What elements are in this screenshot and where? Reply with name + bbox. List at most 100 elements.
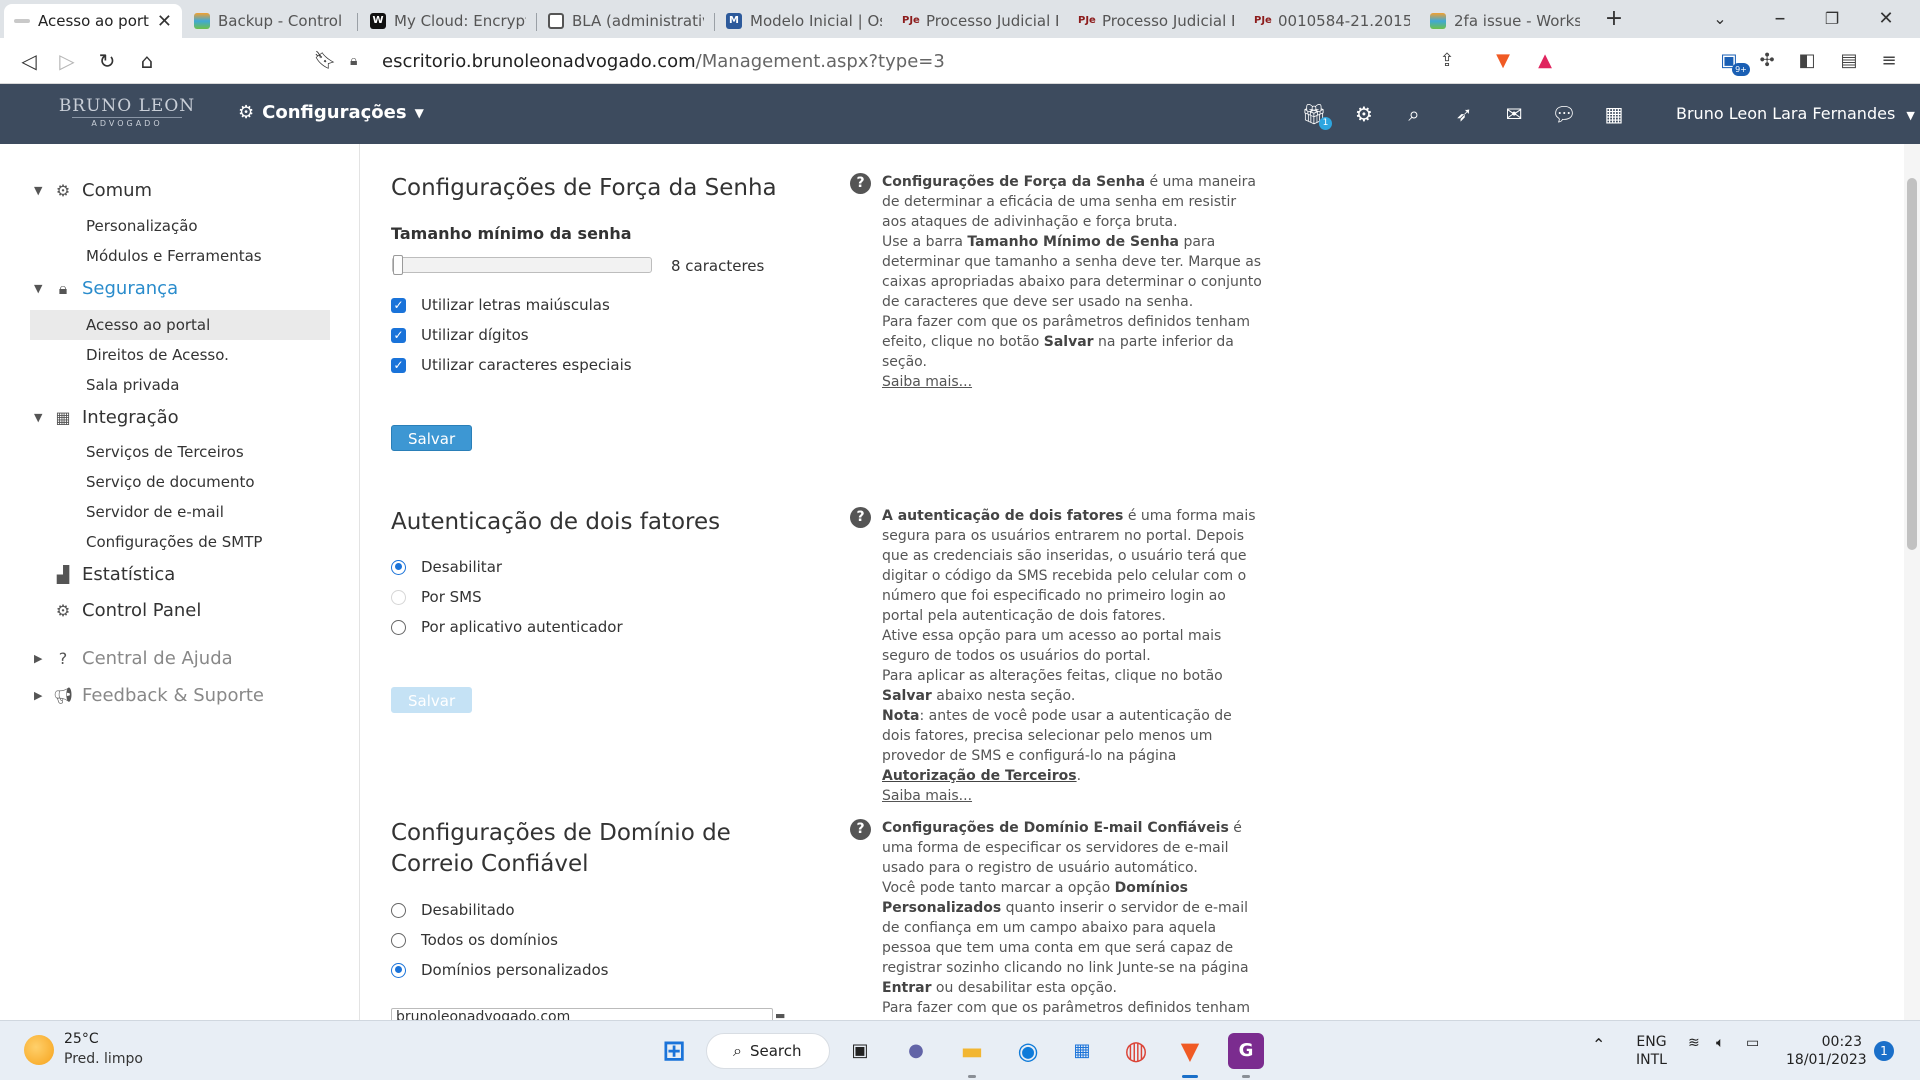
sidebar-section-seguranca[interactable]: ▼ 🔒︎ Segurança bbox=[34, 278, 178, 299]
store-icon[interactable]: ▦ bbox=[1064, 1033, 1100, 1069]
close-window-icon[interactable]: ✕ bbox=[1866, 4, 1906, 34]
edge-icon[interactable]: ◉ bbox=[1010, 1033, 1046, 1069]
radio-disable-2fa[interactable]: Desabilitar bbox=[391, 558, 502, 576]
sidebar-item-servicos-terceiros[interactable]: Serviços de Terceiros bbox=[86, 443, 244, 461]
file-explorer-icon[interactable]: ▬ bbox=[954, 1033, 990, 1069]
sidebar-section-comum[interactable]: ▼ ⚙ Comum bbox=[34, 180, 152, 201]
radio-icon[interactable] bbox=[391, 902, 406, 918]
menu-icon[interactable]: ≡ bbox=[1876, 48, 1902, 74]
radio-authenticator-app[interactable]: Por aplicativo autenticador bbox=[391, 618, 623, 636]
minimize-icon[interactable]: – bbox=[1760, 4, 1800, 34]
sidebar-item-modulos[interactable]: Módulos e Ferramentas bbox=[86, 247, 262, 265]
tray-chevron-icon[interactable]: ⌃ bbox=[1592, 1035, 1605, 1054]
radio-icon[interactable] bbox=[391, 932, 406, 948]
sidebar-section-feedback[interactable]: ▶ 📢︎ Feedback & Suporte bbox=[34, 685, 264, 706]
checkbox-digits[interactable]: ✓ Utilizar dígitos bbox=[391, 326, 529, 344]
home-icon[interactable]: ⌂ bbox=[132, 46, 162, 76]
radio-icon[interactable] bbox=[391, 559, 406, 575]
forward-icon[interactable]: ▷ bbox=[52, 46, 82, 76]
browser-tab[interactable]: BLA (administrativo bbox=[538, 4, 714, 38]
sidebar-item-sala-privada[interactable]: Sala privada bbox=[86, 376, 179, 394]
wallet-icon[interactable]: ▤ bbox=[1836, 48, 1862, 74]
search-icon[interactable]: ⌕ bbox=[1400, 100, 1428, 128]
sidebar-section-estatistica[interactable]: ▟ Estatística bbox=[34, 564, 175, 585]
input-language[interactable]: ENG INTL bbox=[1636, 1033, 1667, 1069]
brave-shield-icon[interactable]: ▼ bbox=[1490, 48, 1516, 74]
sidebar-section-central-ajuda[interactable]: ▶ ? Central de Ajuda bbox=[34, 648, 233, 669]
brave-icon[interactable]: ▼ bbox=[1172, 1033, 1208, 1069]
browser-tab[interactable]: 2fa issue - Workspa bbox=[1420, 4, 1590, 38]
chrome-icon[interactable]: ◍ bbox=[1118, 1033, 1154, 1069]
chat-app-icon[interactable]: ● bbox=[898, 1033, 934, 1069]
sidebar-item-direitos-acesso[interactable]: Direitos de Acesso. bbox=[86, 346, 229, 364]
radio-icon[interactable] bbox=[391, 962, 406, 978]
tab-search-chevron-icon[interactable]: ⌄ bbox=[1700, 4, 1740, 34]
learn-more-link[interactable]: Saiba mais... bbox=[882, 374, 972, 390]
browser-tab[interactable]: PJe 0010584-21.2015.5. bbox=[1244, 4, 1420, 38]
new-tab-button[interactable]: + bbox=[1594, 4, 1634, 34]
windows-start-icon[interactable]: ⊞ bbox=[656, 1033, 692, 1069]
task-view-icon[interactable]: ▣ bbox=[842, 1033, 878, 1069]
radio-sms[interactable]: Por SMS bbox=[391, 588, 482, 606]
module-menu[interactable]: ⚙ Configurações ▼ bbox=[238, 102, 424, 123]
browser-tab[interactable]: W My Cloud: Encryptin bbox=[360, 4, 536, 38]
slider-handle[interactable] bbox=[393, 255, 403, 275]
chat-icon[interactable]: 💬︎ bbox=[1550, 100, 1578, 128]
twofa-save-button[interactable]: Salvar bbox=[391, 687, 473, 713]
close-tab-icon[interactable]: ✕ bbox=[157, 11, 172, 32]
maximize-icon[interactable]: ❐ bbox=[1812, 4, 1852, 34]
check-icon[interactable]: ✓ bbox=[391, 297, 406, 313]
browser-tab[interactable]: PJe Processo Judicial El bbox=[892, 4, 1068, 38]
scrollbar-thumb[interactable] bbox=[1907, 178, 1917, 550]
share-icon[interactable]: ⇪ bbox=[1434, 48, 1460, 74]
sidebar-item-smtp[interactable]: Configurações de SMTP bbox=[86, 533, 262, 551]
clock[interactable]: 00:23 18/01/2023 bbox=[1786, 1033, 1867, 1069]
sidebar-icon[interactable]: ◧ bbox=[1794, 48, 1820, 74]
logo[interactable]: BRUNO LEON ADVOGADO bbox=[52, 96, 202, 128]
min-length-slider[interactable] bbox=[392, 255, 652, 275]
radio-all-domains[interactable]: Todos os domínios bbox=[391, 931, 558, 949]
user-menu[interactable]: Bruno Leon Lara Fernandes ▼ bbox=[1676, 104, 1915, 123]
sidebar-section-integracao[interactable]: ▼ ▦ Integração bbox=[34, 407, 179, 428]
battery-icon[interactable]: ▭ bbox=[1746, 1035, 1759, 1051]
tab-separator bbox=[536, 13, 537, 31]
wifi-icon[interactable]: ≋ bbox=[1688, 1035, 1700, 1051]
bookmark-icon[interactable]: 🔖︎ bbox=[310, 46, 340, 76]
checkbox-uppercase[interactable]: ✓ Utilizar letras maiúsculas bbox=[391, 296, 610, 314]
extension-icon[interactable]: ▣ 9+ bbox=[1716, 48, 1750, 76]
radio-custom-domains[interactable]: Domínios personalizados bbox=[391, 961, 608, 979]
sidebar-item-personalizacao[interactable]: Personalização bbox=[86, 217, 198, 235]
brave-rewards-icon[interactable]: ▲ bbox=[1532, 48, 1558, 74]
browser-tab[interactable]: M Modelo Inicial | Os bbox=[716, 4, 892, 38]
sidebar-item-acesso-portal[interactable]: Acesso ao portal bbox=[86, 316, 210, 334]
sidebar-item-servidor-email[interactable]: Servidor de e-mail bbox=[86, 503, 224, 521]
radio-icon[interactable] bbox=[391, 619, 406, 635]
taskbar-search[interactable]: ⌕ Search bbox=[706, 1033, 830, 1069]
calendar-icon[interactable]: ▦ bbox=[1600, 100, 1628, 128]
check-icon[interactable]: ✓ bbox=[391, 357, 406, 373]
radio-icon[interactable] bbox=[391, 589, 406, 605]
browser-tab[interactable]: PJe Processo Judicial El bbox=[1068, 4, 1244, 38]
checkbox-special-chars[interactable]: ✓ Utilizar caracteres especiais bbox=[391, 356, 632, 374]
address-bar[interactable]: 🔒︎ escritorio.brunoleonadvogado.com/Mana… bbox=[346, 43, 1532, 79]
third-party-auth-link[interactable]: Autorização de Terceiros bbox=[882, 768, 1077, 784]
mail-icon[interactable]: ✉ bbox=[1500, 100, 1528, 128]
check-icon[interactable]: ✓ bbox=[391, 327, 406, 343]
volume-icon[interactable]: 🔈︎ bbox=[1716, 1035, 1724, 1051]
back-icon[interactable]: ◁ bbox=[14, 46, 44, 76]
browser-tab[interactable]: Backup - Control pa bbox=[184, 4, 354, 38]
password-save-button[interactable]: Salvar bbox=[391, 425, 473, 451]
reload-icon[interactable]: ↻ bbox=[92, 46, 122, 76]
pdf-app-icon[interactable]: G bbox=[1228, 1033, 1264, 1069]
gift-icon[interactable]: 🎁︎ 1 bbox=[1300, 100, 1332, 130]
puzzle-icon[interactable]: ✣ bbox=[1754, 48, 1780, 74]
learn-more-link[interactable]: Saiba mais... bbox=[882, 788, 972, 804]
notification-badge[interactable]: 1 bbox=[1874, 1041, 1894, 1061]
browser-tab-active[interactable]: Acesso ao porta ✕ bbox=[4, 4, 182, 38]
feed-icon[interactable]: ➶ bbox=[1450, 100, 1478, 128]
settings-icon[interactable]: ⚙ bbox=[1350, 100, 1378, 128]
weather-moon-icon[interactable] bbox=[24, 1035, 54, 1065]
sidebar-section-control-panel[interactable]: ⚙ Control Panel bbox=[34, 600, 202, 621]
radio-domain-disabled[interactable]: Desabilitado bbox=[391, 901, 515, 919]
sidebar-item-servico-documento[interactable]: Serviço de documento bbox=[86, 473, 255, 491]
